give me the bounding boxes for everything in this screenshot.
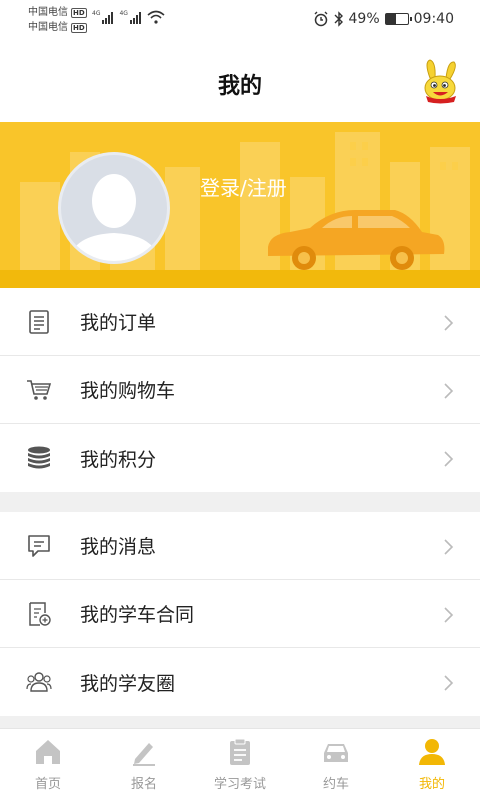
- menu-item-label: 我的学车合同: [80, 604, 195, 626]
- status-right: 49% 09:40: [313, 11, 454, 27]
- page-header: 我的: [0, 40, 480, 122]
- chevron-right-icon: [444, 539, 454, 555]
- menu-item-label: 我的积分: [80, 448, 157, 471]
- battery-percent: 49%: [348, 11, 380, 27]
- carrier-info: 中国电信 HD 中国电信 HD: [28, 5, 87, 35]
- tab-book-car[interactable]: 约车: [288, 729, 384, 800]
- signal-icon: 4G: [119, 10, 141, 24]
- battery-icon: [384, 13, 412, 25]
- chevron-right-icon: [444, 451, 454, 467]
- menu-group-social: 我的消息 我的学车合同 我的学友圈: [0, 512, 480, 716]
- page-title: 我的: [217, 74, 262, 99]
- tab-label: 首页: [34, 777, 61, 792]
- chevron-right-icon: [444, 383, 454, 399]
- alarm-icon: [314, 11, 328, 27]
- chevron-right-icon: [444, 607, 454, 623]
- menu-item-label: 我的消息: [80, 536, 157, 558]
- hd-badge-2: HD: [71, 22, 87, 33]
- profile-banner: 登录/注册: [0, 122, 480, 288]
- home-icon: [36, 740, 60, 764]
- menu-item-points[interactable]: 我的积分: [0, 424, 480, 492]
- status-bar: 中国电信 HD 中国电信 HD 4G 4G 49% 09:40: [0, 0, 480, 40]
- coins-stack-icon: [28, 446, 50, 469]
- default-user-icon: [69, 174, 159, 261]
- tab-label: 报名: [130, 777, 157, 792]
- tab-study-exam[interactable]: 学习考试: [192, 729, 288, 800]
- message-icon: [28, 535, 50, 557]
- tab-signup[interactable]: 报名: [96, 729, 192, 800]
- carrier-name-1: 中国电信: [28, 7, 68, 18]
- tab-label: 我的: [418, 777, 445, 792]
- signup-pen-icon: [133, 743, 155, 766]
- menu-item-label: 我的订单: [80, 312, 157, 334]
- car-icon: [324, 744, 348, 762]
- hd-badge-1: HD: [71, 7, 87, 18]
- friends-icon: [26, 672, 52, 692]
- menu-item-messages[interactable]: 我的消息: [0, 512, 480, 580]
- tab-label: 约车: [322, 777, 349, 792]
- order-list-icon: [29, 310, 49, 334]
- tab-home[interactable]: 首页: [0, 729, 96, 800]
- contract-icon: [29, 602, 51, 626]
- signal-indicators: 4G 4G: [92, 10, 165, 24]
- menu-item-label: 我的购物车: [80, 380, 176, 402]
- clock: 09:40: [413, 11, 454, 27]
- bottom-tab-bar: 首页 报名 学习考试 约车 我的: [0, 728, 480, 800]
- avatar[interactable]: [58, 152, 170, 264]
- menu-item-orders[interactable]: 我的订单: [0, 288, 480, 356]
- tab-label: 学习考试: [213, 777, 266, 792]
- menu-item-friends[interactable]: 我的学友圈: [0, 648, 480, 716]
- study-exam-icon: [230, 738, 250, 765]
- menu-item-label: 我的学友圈: [80, 672, 176, 695]
- menu-item-contract[interactable]: 我的学车合同: [0, 580, 480, 648]
- chevron-right-icon: [444, 675, 454, 691]
- menu-group-account: 我的订单 我的购物车 我的积分: [0, 288, 480, 492]
- menu-item-cart[interactable]: 我的购物车: [0, 356, 480, 424]
- signal-icon: 4G: [92, 10, 114, 24]
- bluetooth-icon: [334, 11, 343, 27]
- chevron-right-icon: [444, 315, 454, 331]
- shopping-cart-icon: [27, 380, 52, 400]
- tab-profile[interactable]: 我的: [384, 729, 480, 800]
- carrier-name-2: 中国电信: [28, 22, 68, 33]
- login-register-link[interactable]: 登录/注册: [200, 172, 287, 201]
- rabbit-mascot-icon[interactable]: [418, 58, 462, 104]
- profile-icon: [419, 739, 445, 765]
- wifi-icon: [147, 10, 165, 24]
